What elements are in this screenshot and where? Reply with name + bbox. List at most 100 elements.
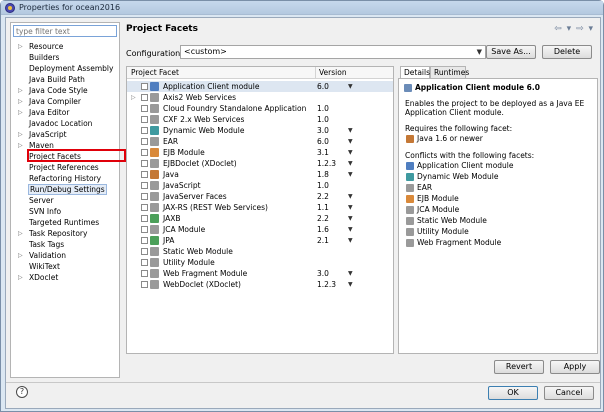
expand-arrow-icon[interactable]: ▷ [18,272,23,283]
facet-version[interactable]: 1.8 [317,169,329,180]
facet-version[interactable]: 1.0 [317,114,329,125]
facet-checkbox[interactable] [141,94,148,101]
tree-item[interactable]: ▷ Maven [11,140,119,151]
expand-arrow-icon[interactable]: ▷ [18,85,23,96]
tree-item[interactable]: Server [11,195,119,206]
version-dropdown-icon[interactable]: ▼ [348,279,353,290]
facet-checkbox[interactable] [141,215,148,222]
delete-button[interactable]: Delete [542,45,592,59]
facet-checkbox[interactable] [141,83,148,90]
facet-version[interactable]: 1.0 [317,103,329,114]
tree-item[interactable]: Deployment Assembly [11,63,119,74]
facet-checkbox[interactable] [141,149,148,156]
tab-details[interactable]: Details [400,66,430,78]
expand-arrow-icon[interactable]: ▷ [131,92,136,103]
apply-button[interactable]: Apply [550,360,600,374]
expand-arrow-icon[interactable]: ▷ [18,140,23,151]
facet-checkbox[interactable] [141,259,148,266]
facet-row[interactable]: JAX-RS (REST Web Services) 1.1 ▼ [127,202,393,213]
facet-row[interactable]: CXF 2.x Web Services 1.0 [127,114,393,125]
tree-item[interactable]: ▷ XDoclet [11,272,119,283]
tree-item[interactable]: ▷ Java Editor [11,107,119,118]
save-as-button[interactable]: Save As... [486,45,536,59]
facet-version[interactable]: 1.2.3 [317,158,336,169]
version-dropdown-icon[interactable]: ▼ [348,268,353,279]
facet-checkbox[interactable] [141,182,148,189]
facet-version[interactable]: 1.6 [317,224,329,235]
facet-row[interactable]: JavaServer Faces 2.2 ▼ [127,191,393,202]
filter-input[interactable] [13,25,117,37]
tab-runtimes[interactable]: Runtimes [430,66,469,78]
facet-row[interactable]: Cloud Foundry Standalone Application 1.0 [127,103,393,114]
tree-item[interactable]: SVN Info [11,206,119,217]
tree-item[interactable]: Targeted Runtimes [11,217,119,228]
tree-item[interactable]: Run/Debug Settings [11,184,119,195]
tree-item[interactable]: ▷ Java Compiler [11,96,119,107]
expand-arrow-icon[interactable]: ▷ [18,250,23,261]
version-dropdown-icon[interactable]: ▼ [348,147,353,158]
facet-row[interactable]: JavaScript 1.0 [127,180,393,191]
help-icon[interactable]: ? [16,386,28,398]
facet-checkbox[interactable] [141,226,148,233]
facet-row[interactable]: Application Client module 6.0 ▼ [127,81,393,92]
expand-arrow-icon[interactable]: ▷ [18,228,23,239]
facet-checkbox[interactable] [141,270,148,277]
version-dropdown-icon[interactable]: ▼ [348,136,353,147]
facet-version[interactable]: 6.0 [317,136,329,147]
version-dropdown-icon[interactable]: ▼ [348,169,353,180]
facet-row[interactable]: Utility Module [127,257,393,268]
facet-row[interactable]: EJB Module 3.1 ▼ [127,147,393,158]
column-header-version[interactable]: Version [315,67,347,78]
facet-checkbox[interactable] [141,105,148,112]
tree-item[interactable]: Builders [11,52,119,63]
expand-arrow-icon[interactable]: ▷ [18,107,23,118]
facet-row[interactable]: EJBDoclet (XDoclet) 1.2.3 ▼ [127,158,393,169]
cancel-button[interactable]: Cancel [544,386,594,400]
facet-checkbox[interactable] [141,127,148,134]
facet-row[interactable]: JCA Module 1.6 ▼ [127,224,393,235]
version-dropdown-icon[interactable]: ▼ [348,191,353,202]
facet-checkbox[interactable] [141,116,148,123]
tree-item[interactable]: ▷ Validation [11,250,119,261]
facet-version[interactable]: 3.1 [317,147,329,158]
facet-checkbox[interactable] [141,237,148,244]
facet-version[interactable]: 1.0 [317,180,329,191]
expand-arrow-icon[interactable]: ▷ [18,41,23,52]
facet-checkbox[interactable] [141,171,148,178]
facet-version[interactable]: 1.1 [317,202,329,213]
facet-checkbox[interactable] [141,281,148,288]
expand-arrow-icon[interactable]: ▷ [18,96,23,107]
version-dropdown-icon[interactable]: ▼ [348,125,353,136]
tree-item[interactable]: Refactoring History [11,173,119,184]
facet-checkbox[interactable] [141,193,148,200]
column-header-facet[interactable]: Project Facet [131,67,179,78]
expand-arrow-icon[interactable]: ▷ [18,129,23,140]
facet-checkbox[interactable] [141,248,148,255]
tree-item[interactable]: Task Tags [11,239,119,250]
facet-version[interactable]: 2.1 [317,235,329,246]
facet-row[interactable]: Static Web Module [127,246,393,257]
facet-row[interactable]: Dynamic Web Module 3.0 ▼ [127,125,393,136]
title-bar[interactable]: Properties for ocean2016 [1,1,603,15]
version-dropdown-icon[interactable]: ▼ [348,224,353,235]
facet-version[interactable]: 1.2.3 [317,279,336,290]
tree-item[interactable]: ▷ Java Code Style [11,85,119,96]
facet-row[interactable]: JAXB 2.2 ▼ [127,213,393,224]
tree-item[interactable]: ▷ Resource [11,41,119,52]
facet-row[interactable]: Web Fragment Module 3.0 ▼ [127,268,393,279]
facet-version[interactable]: 2.2 [317,213,329,224]
facet-row[interactable]: Java 1.8 ▼ [127,169,393,180]
history-nav[interactable]: ⇦ ▾ ⇨ ▾ [554,24,594,34]
tree-item[interactable]: Java Build Path [11,74,119,85]
version-dropdown-icon[interactable]: ▼ [348,213,353,224]
facet-checkbox[interactable] [141,160,148,167]
version-dropdown-icon[interactable]: ▼ [348,202,353,213]
facet-row[interactable]: EAR 6.0 ▼ [127,136,393,147]
tree-item[interactable]: ▷ JavaScript [11,129,119,140]
facet-checkbox[interactable] [141,204,148,211]
facet-version[interactable]: 6.0 [317,81,329,92]
facet-row[interactable]: ▷ Axis2 Web Services [127,92,393,103]
facet-version[interactable]: 3.0 [317,125,329,136]
facet-version[interactable]: 3.0 [317,268,329,279]
facet-version[interactable]: 2.2 [317,191,329,202]
